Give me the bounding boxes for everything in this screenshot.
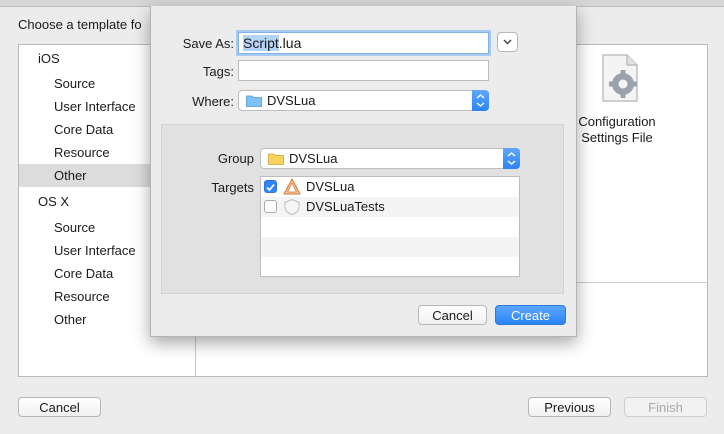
tags-field[interactable] [238,60,489,81]
expand-disclosure-button[interactable] [497,32,518,52]
target-row-dvslua[interactable]: DVSLua [261,177,519,197]
settings-document-icon[interactable] [597,53,643,103]
template-label-line2: Settings File [581,130,653,145]
chooser-title: Choose a template fo [18,17,142,32]
filename-selected-text: Script [243,35,279,51]
template-label-line1: Configuration [578,114,656,129]
target-checkbox-dvslua[interactable] [264,180,277,193]
finish-button[interactable]: Finish [624,397,707,417]
checkmark-icon [266,183,275,192]
where-label: Where: [192,94,234,109]
list-item [261,217,519,237]
group-value: DVSLua [289,151,338,166]
save-sheet: Save As: Script.lua Tags: Where: DVSLua … [150,6,577,337]
group-label: Group [217,151,254,166]
filename-text: Script.lua [243,35,301,51]
target-name: DVSLuaTests [306,199,385,214]
filename-field[interactable]: Script.lua [238,32,489,54]
updown-arrows-icon [503,148,520,169]
targets-list: DVSLua DVSLuaTests [260,176,520,277]
folder-icon [268,153,284,165]
where-popup[interactable]: DVSLua [238,90,489,111]
sheet-cancel-button[interactable]: Cancel [418,305,487,325]
target-name: DVSLua [306,179,355,194]
app-target-icon [283,178,301,195]
group-popup[interactable]: DVSLua [260,148,520,169]
targets-label: Targets [211,180,254,195]
folder-icon [246,95,262,107]
chevron-down-icon [503,39,512,45]
template-label[interactable]: Configuration Settings File [567,114,667,146]
target-checkbox-dvsluatests[interactable] [264,200,277,213]
list-item [261,237,519,257]
updown-arrows-icon [472,90,489,111]
test-target-icon [284,198,300,216]
options-panel: Group DVSLua Targets DVSLua DVSLuaTests [161,124,564,294]
target-row-dvsluatests[interactable]: DVSLuaTests [261,197,519,217]
save-as-label: Save As: [182,36,234,51]
previous-button[interactable]: Previous [528,397,611,417]
filename-extension: .lua [278,35,302,51]
list-item [261,257,519,277]
cancel-button[interactable]: Cancel [18,397,101,417]
where-value: DVSLua [267,93,316,108]
create-button[interactable]: Create [495,305,566,325]
tags-label: Tags: [202,64,234,79]
